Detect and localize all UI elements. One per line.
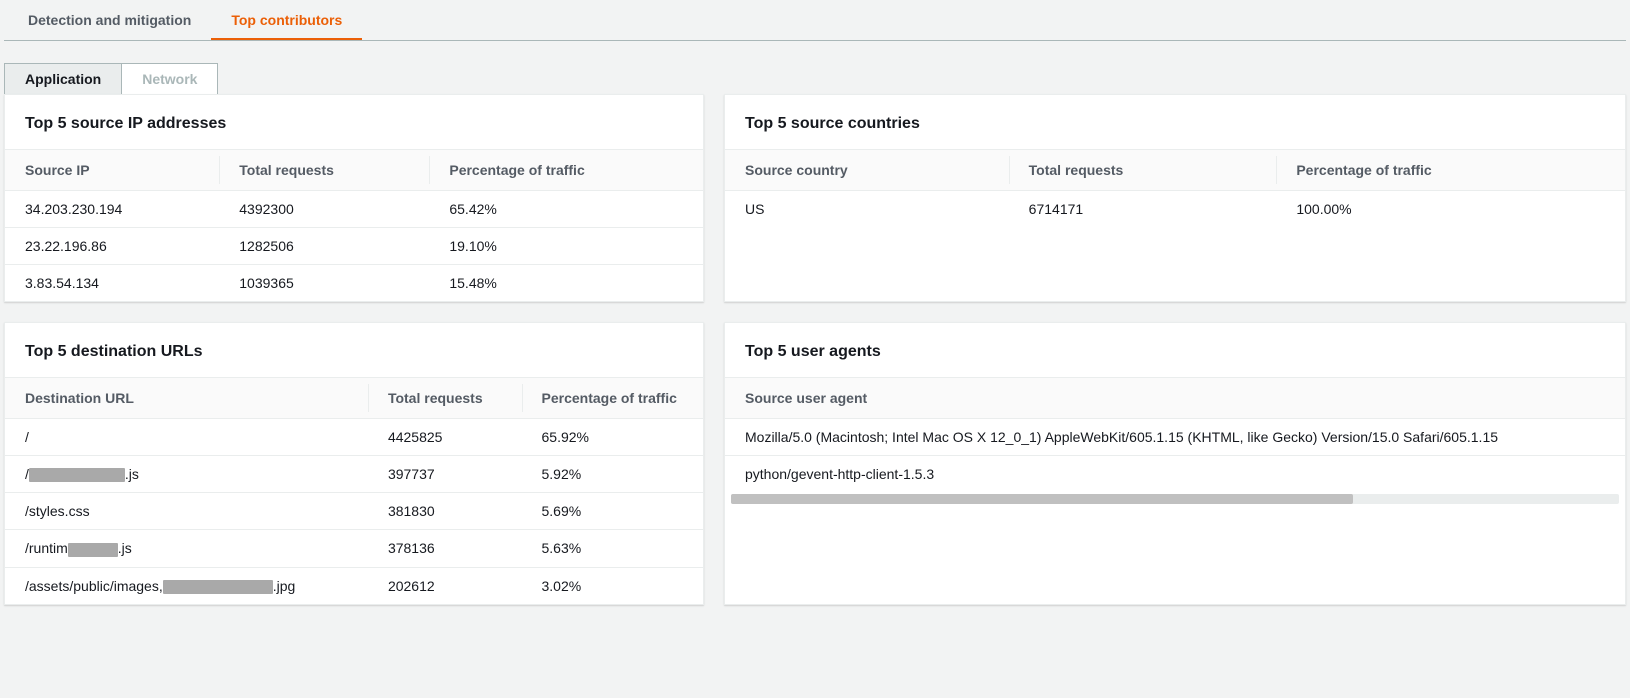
cell: 5.92% <box>522 456 704 493</box>
panel-title: Top 5 source countries <box>725 95 1625 149</box>
cell: 1039365 <box>219 265 429 302</box>
column-header[interactable]: Percentage of traffic <box>429 150 703 191</box>
column-header[interactable]: Source country <box>725 150 1009 191</box>
cell-url: / <box>5 419 368 456</box>
column-header[interactable]: Percentage of traffic <box>1276 150 1625 191</box>
column-header[interactable]: Total requests <box>219 150 429 191</box>
cell: Mozilla/5.0 (Macintosh; Intel Mac OS X 1… <box>725 419 1625 456</box>
cell: 15.48% <box>429 265 703 302</box>
column-header[interactable]: Destination URL <box>5 378 368 419</box>
column-header[interactable]: Percentage of traffic <box>522 378 704 419</box>
cell: 378136 <box>368 530 522 567</box>
cell: 3.02% <box>522 567 704 604</box>
cell: 65.42% <box>429 191 703 228</box>
table-dest-url: Destination URL Total requests Percentag… <box>5 377 703 604</box>
cell-url: /assets/public/images,.jpg <box>5 567 368 604</box>
cell: 23.22.196.86 <box>5 228 219 265</box>
column-header[interactable]: Total requests <box>368 378 522 419</box>
table-source-ip: Source IP Total requests Percentage of t… <box>5 149 703 301</box>
table-row: 23.22.196.86128250619.10% <box>5 228 703 265</box>
table-row: /442582565.92% <box>5 419 703 456</box>
redacted-segment <box>163 580 273 594</box>
column-header[interactable]: Source user agent <box>725 378 1625 419</box>
table-row: /runtim.js3781365.63% <box>5 530 703 567</box>
panel-user-agents: Top 5 user agents Source user agent Mozi… <box>724 322 1626 605</box>
cell: 19.10% <box>429 228 703 265</box>
column-header[interactable]: Source IP <box>5 150 219 191</box>
table-row: 34.203.230.194439230065.42% <box>5 191 703 228</box>
cell: 4425825 <box>368 419 522 456</box>
cell: 100.00% <box>1276 191 1625 228</box>
redacted-segment <box>29 468 125 482</box>
tab-top-contributors[interactable]: Top contributors <box>211 0 362 40</box>
secondary-tabs: Application Network <box>4 63 1626 95</box>
table-row: 3.83.54.134103936515.48% <box>5 265 703 302</box>
table-source-country: Source country Total requests Percentage… <box>725 149 1625 227</box>
primary-tabs: Detection and mitigation Top contributor… <box>4 0 1626 41</box>
cell: 4392300 <box>219 191 429 228</box>
cell-url: /.js <box>5 456 368 493</box>
table-user-agents: Source user agent Mozilla/5.0 (Macintosh… <box>725 377 1625 492</box>
table-row: python/gevent-http-client-1.5.3 <box>725 456 1625 493</box>
subtab-network[interactable]: Network <box>122 63 218 95</box>
cell-url: /styles.css <box>5 493 368 530</box>
cell: 202612 <box>368 567 522 604</box>
cell: 3.83.54.134 <box>5 265 219 302</box>
cell: python/gevent-http-client-1.5.3 <box>725 456 1625 493</box>
horizontal-scrollbar[interactable] <box>731 494 1619 504</box>
table-row: /.js3977375.92% <box>5 456 703 493</box>
cell: 34.203.230.194 <box>5 191 219 228</box>
cell: 65.92% <box>522 419 704 456</box>
cell: 381830 <box>368 493 522 530</box>
table-row: /assets/public/images,.jpg2026123.02% <box>5 567 703 604</box>
cell: 6714171 <box>1009 191 1277 228</box>
table-row: /styles.css3818305.69% <box>5 493 703 530</box>
subtab-application[interactable]: Application <box>4 63 122 95</box>
table-row: US6714171100.00% <box>725 191 1625 228</box>
redacted-segment <box>68 543 118 557</box>
cell: 5.69% <box>522 493 704 530</box>
panel-title: Top 5 destination URLs <box>5 323 703 377</box>
cell: US <box>725 191 1009 228</box>
panel-dest-url: Top 5 destination URLs Destination URL T… <box>4 322 704 605</box>
panel-title: Top 5 source IP addresses <box>5 95 703 149</box>
cell-url: /runtim.js <box>5 530 368 567</box>
panel-title: Top 5 user agents <box>725 323 1625 377</box>
panel-source-ip: Top 5 source IP addresses Source IP Tota… <box>4 94 704 302</box>
cell: 397737 <box>368 456 522 493</box>
panel-source-country: Top 5 source countries Source country To… <box>724 94 1626 302</box>
tab-detection-mitigation[interactable]: Detection and mitigation <box>8 0 211 40</box>
cell: 1282506 <box>219 228 429 265</box>
cell: 5.63% <box>522 530 704 567</box>
table-row: Mozilla/5.0 (Macintosh; Intel Mac OS X 1… <box>725 419 1625 456</box>
column-header[interactable]: Total requests <box>1009 150 1277 191</box>
